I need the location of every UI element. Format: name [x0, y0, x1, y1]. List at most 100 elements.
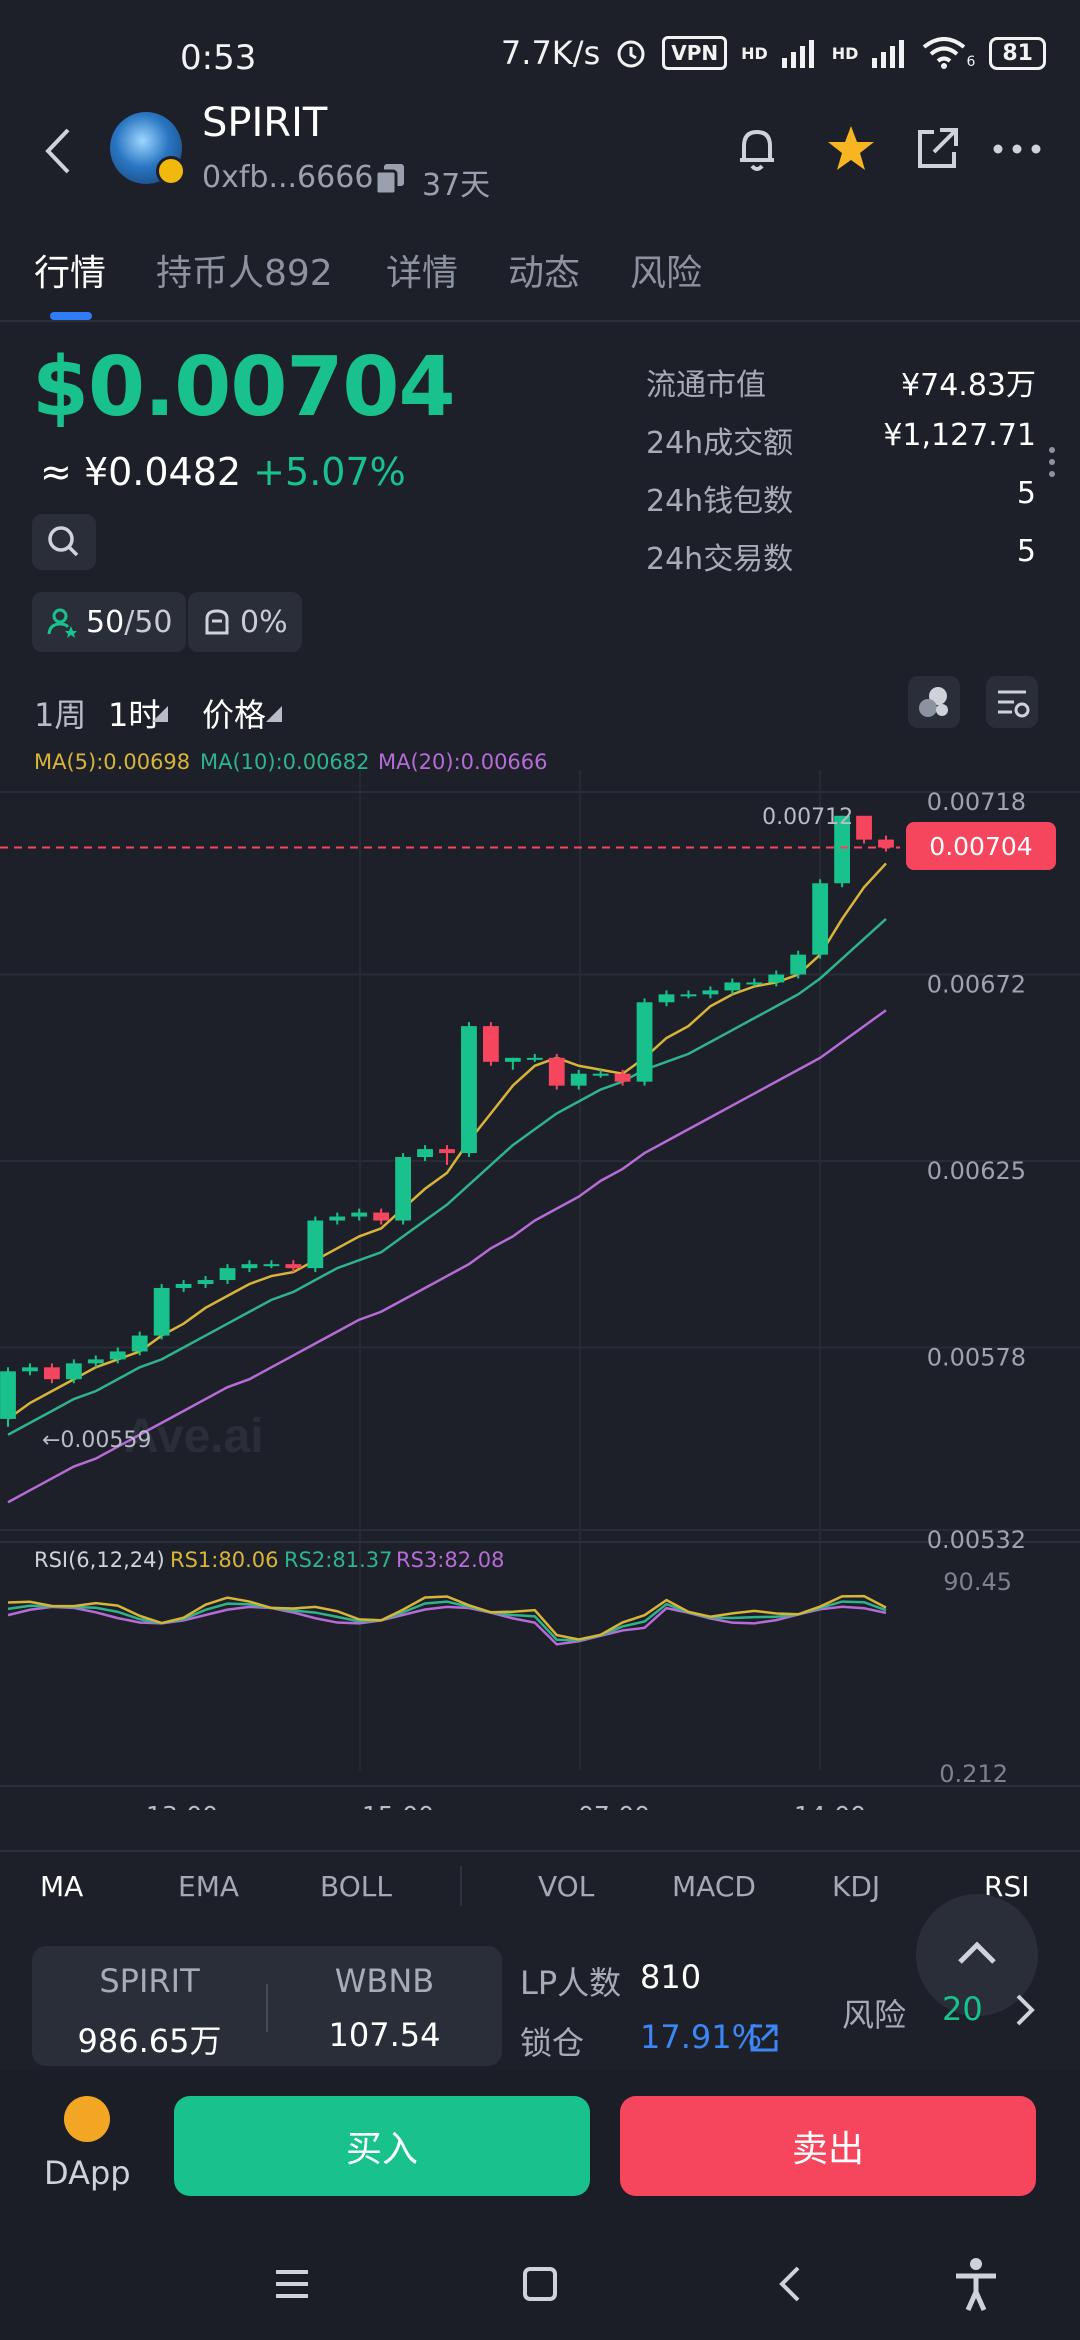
- candle-up: [175, 1284, 192, 1288]
- holders-ratio-hi: 50: [86, 604, 125, 640]
- tab-market[interactable]: 行情: [34, 244, 106, 296]
- candle-up: [395, 1157, 412, 1221]
- candle-up: [658, 994, 675, 1003]
- candle-up: [504, 1057, 521, 1062]
- indicator-boll[interactable]: BOLL: [320, 1870, 392, 1903]
- copy-icon[interactable]: [376, 164, 404, 194]
- tab-activity[interactable]: 动态: [508, 244, 580, 296]
- status-time: 0:53: [180, 38, 257, 78]
- rsi-rs3: RS3:82.08: [396, 1548, 505, 1572]
- candle-up: [702, 990, 719, 995]
- lp-value: 810: [640, 1958, 702, 1996]
- holders-ratio-rest: /50: [124, 604, 173, 640]
- lock-value[interactable]: 17.91%: [640, 2018, 762, 2056]
- candle-up: [724, 982, 741, 991]
- candle-up: [329, 1216, 346, 1221]
- indicator-kdj[interactable]: KDJ: [832, 1870, 880, 1903]
- risk-label: 风险: [842, 1996, 907, 2034]
- ma10-line: [7, 918, 887, 1436]
- star-icon[interactable]: [824, 122, 878, 176]
- candle-up: [812, 883, 829, 955]
- nav-back-icon[interactable]: [762, 2254, 822, 2314]
- external-link-icon[interactable]: [748, 2022, 780, 2054]
- stat-value-trades: 5: [1016, 534, 1036, 569]
- back-icon[interactable]: [40, 126, 76, 176]
- lp-label: LP人数: [520, 1964, 622, 2002]
- risk-value[interactable]: 20: [942, 1990, 983, 2028]
- candle-up: [197, 1280, 214, 1284]
- alarm-icon: [617, 40, 645, 68]
- candle-up: [307, 1220, 324, 1269]
- candle-up: [131, 1335, 148, 1352]
- buy-button[interactable]: 买入: [174, 2096, 590, 2196]
- chevron-right-icon[interactable]: [1010, 1990, 1040, 2030]
- signal-hd-1: HD: [741, 43, 768, 63]
- price-usd: $0.00704: [32, 340, 456, 435]
- chart-grid: [0, 770, 1080, 1787]
- price-sub: ≈ ¥0.0482 +5.07%: [40, 450, 406, 494]
- liquidity-pool-card: SPIRIT 986.65万 WBNB 107.54: [32, 1946, 502, 2066]
- y-tick-label: 0.00532: [927, 1526, 1026, 1554]
- indicator-macd[interactable]: MACD: [672, 1870, 756, 1903]
- candles: [0, 815, 894, 1427]
- bell-icon[interactable]: [730, 122, 784, 176]
- price-chart[interactable]: Ave.ai 0.007180.006720.006250.005780.005…: [0, 770, 1080, 1810]
- theme-button[interactable]: [908, 676, 960, 728]
- price-mode[interactable]: 价格: [202, 690, 266, 736]
- candle-up: [461, 1026, 477, 1154]
- timeframe-week[interactable]: 1周: [34, 690, 86, 736]
- approx-sign: ≈: [40, 450, 72, 494]
- pool-amount-a: 986.65万: [77, 2022, 222, 2060]
- menu-icon[interactable]: [262, 2254, 322, 2314]
- tab-indicator: [50, 312, 92, 320]
- tabs-divider: [0, 320, 1080, 322]
- chart-settings-button[interactable]: [986, 676, 1038, 728]
- home-icon[interactable]: [510, 2254, 570, 2314]
- candle-down: [856, 815, 872, 840]
- status-bar: 0:53 7.7K/s VPN HD HD 6 81: [0, 0, 1080, 120]
- sell-button[interactable]: 卖出: [620, 2096, 1036, 2196]
- candle-down: [614, 1073, 631, 1082]
- x-tick-label: 13:00: [146, 1801, 218, 1810]
- settings-icon: [998, 690, 1030, 718]
- indicator-ema[interactable]: EMA: [178, 1870, 239, 1903]
- stat-label-mcap: 流通市值: [646, 368, 766, 403]
- pool-amount-b: 107.54: [328, 2016, 441, 2054]
- search-button[interactable]: [32, 514, 96, 570]
- candle-down: [373, 1212, 390, 1221]
- indicator-separator: [460, 1866, 462, 1906]
- candle-down: [878, 839, 894, 848]
- candle-up: [680, 994, 697, 997]
- candle-up: [526, 1057, 543, 1060]
- candle-up: [109, 1351, 126, 1360]
- candle-up: [241, 1264, 258, 1269]
- indicator-vol[interactable]: VOL: [538, 1870, 594, 1903]
- token-name: SPIRIT: [202, 100, 328, 146]
- tab-holders[interactable]: 持币人892: [156, 244, 333, 296]
- candle-up: [570, 1073, 587, 1086]
- signal-icon-2: [872, 40, 905, 68]
- candle-down: [285, 1264, 302, 1269]
- candle-up: [417, 1149, 433, 1158]
- low-label: ←0.00559: [42, 1428, 151, 1453]
- stat-value-wallets: 5: [1016, 476, 1036, 511]
- tab-risk[interactable]: 风险: [630, 244, 702, 296]
- indicator-ma[interactable]: MA: [40, 1870, 83, 1903]
- candle-up: [351, 1212, 368, 1217]
- theme-icon: [919, 687, 948, 717]
- tab-details[interactable]: 详情: [386, 244, 458, 296]
- dapp-label[interactable]: DApp: [44, 2154, 131, 2192]
- share-icon[interactable]: [910, 122, 964, 176]
- stat-label-volume: 24h成交额: [646, 426, 794, 461]
- current-price-tag: 0.00704: [906, 822, 1056, 870]
- stat-label-wallets: 24h钱包数: [646, 484, 794, 519]
- dapp-icon[interactable]: [64, 2096, 110, 2142]
- tax-chip[interactable]: 0%: [188, 592, 302, 652]
- holders-chip[interactable]: 50/50: [32, 592, 187, 652]
- rsi-tick-top: 90.45: [943, 1568, 1012, 1596]
- accessibility-icon[interactable]: [946, 2254, 1006, 2314]
- more-icon[interactable]: [990, 122, 1044, 176]
- candle-up: [153, 1287, 170, 1336]
- candle-up: [0, 1371, 16, 1419]
- side-handle-icon[interactable]: [1046, 444, 1058, 480]
